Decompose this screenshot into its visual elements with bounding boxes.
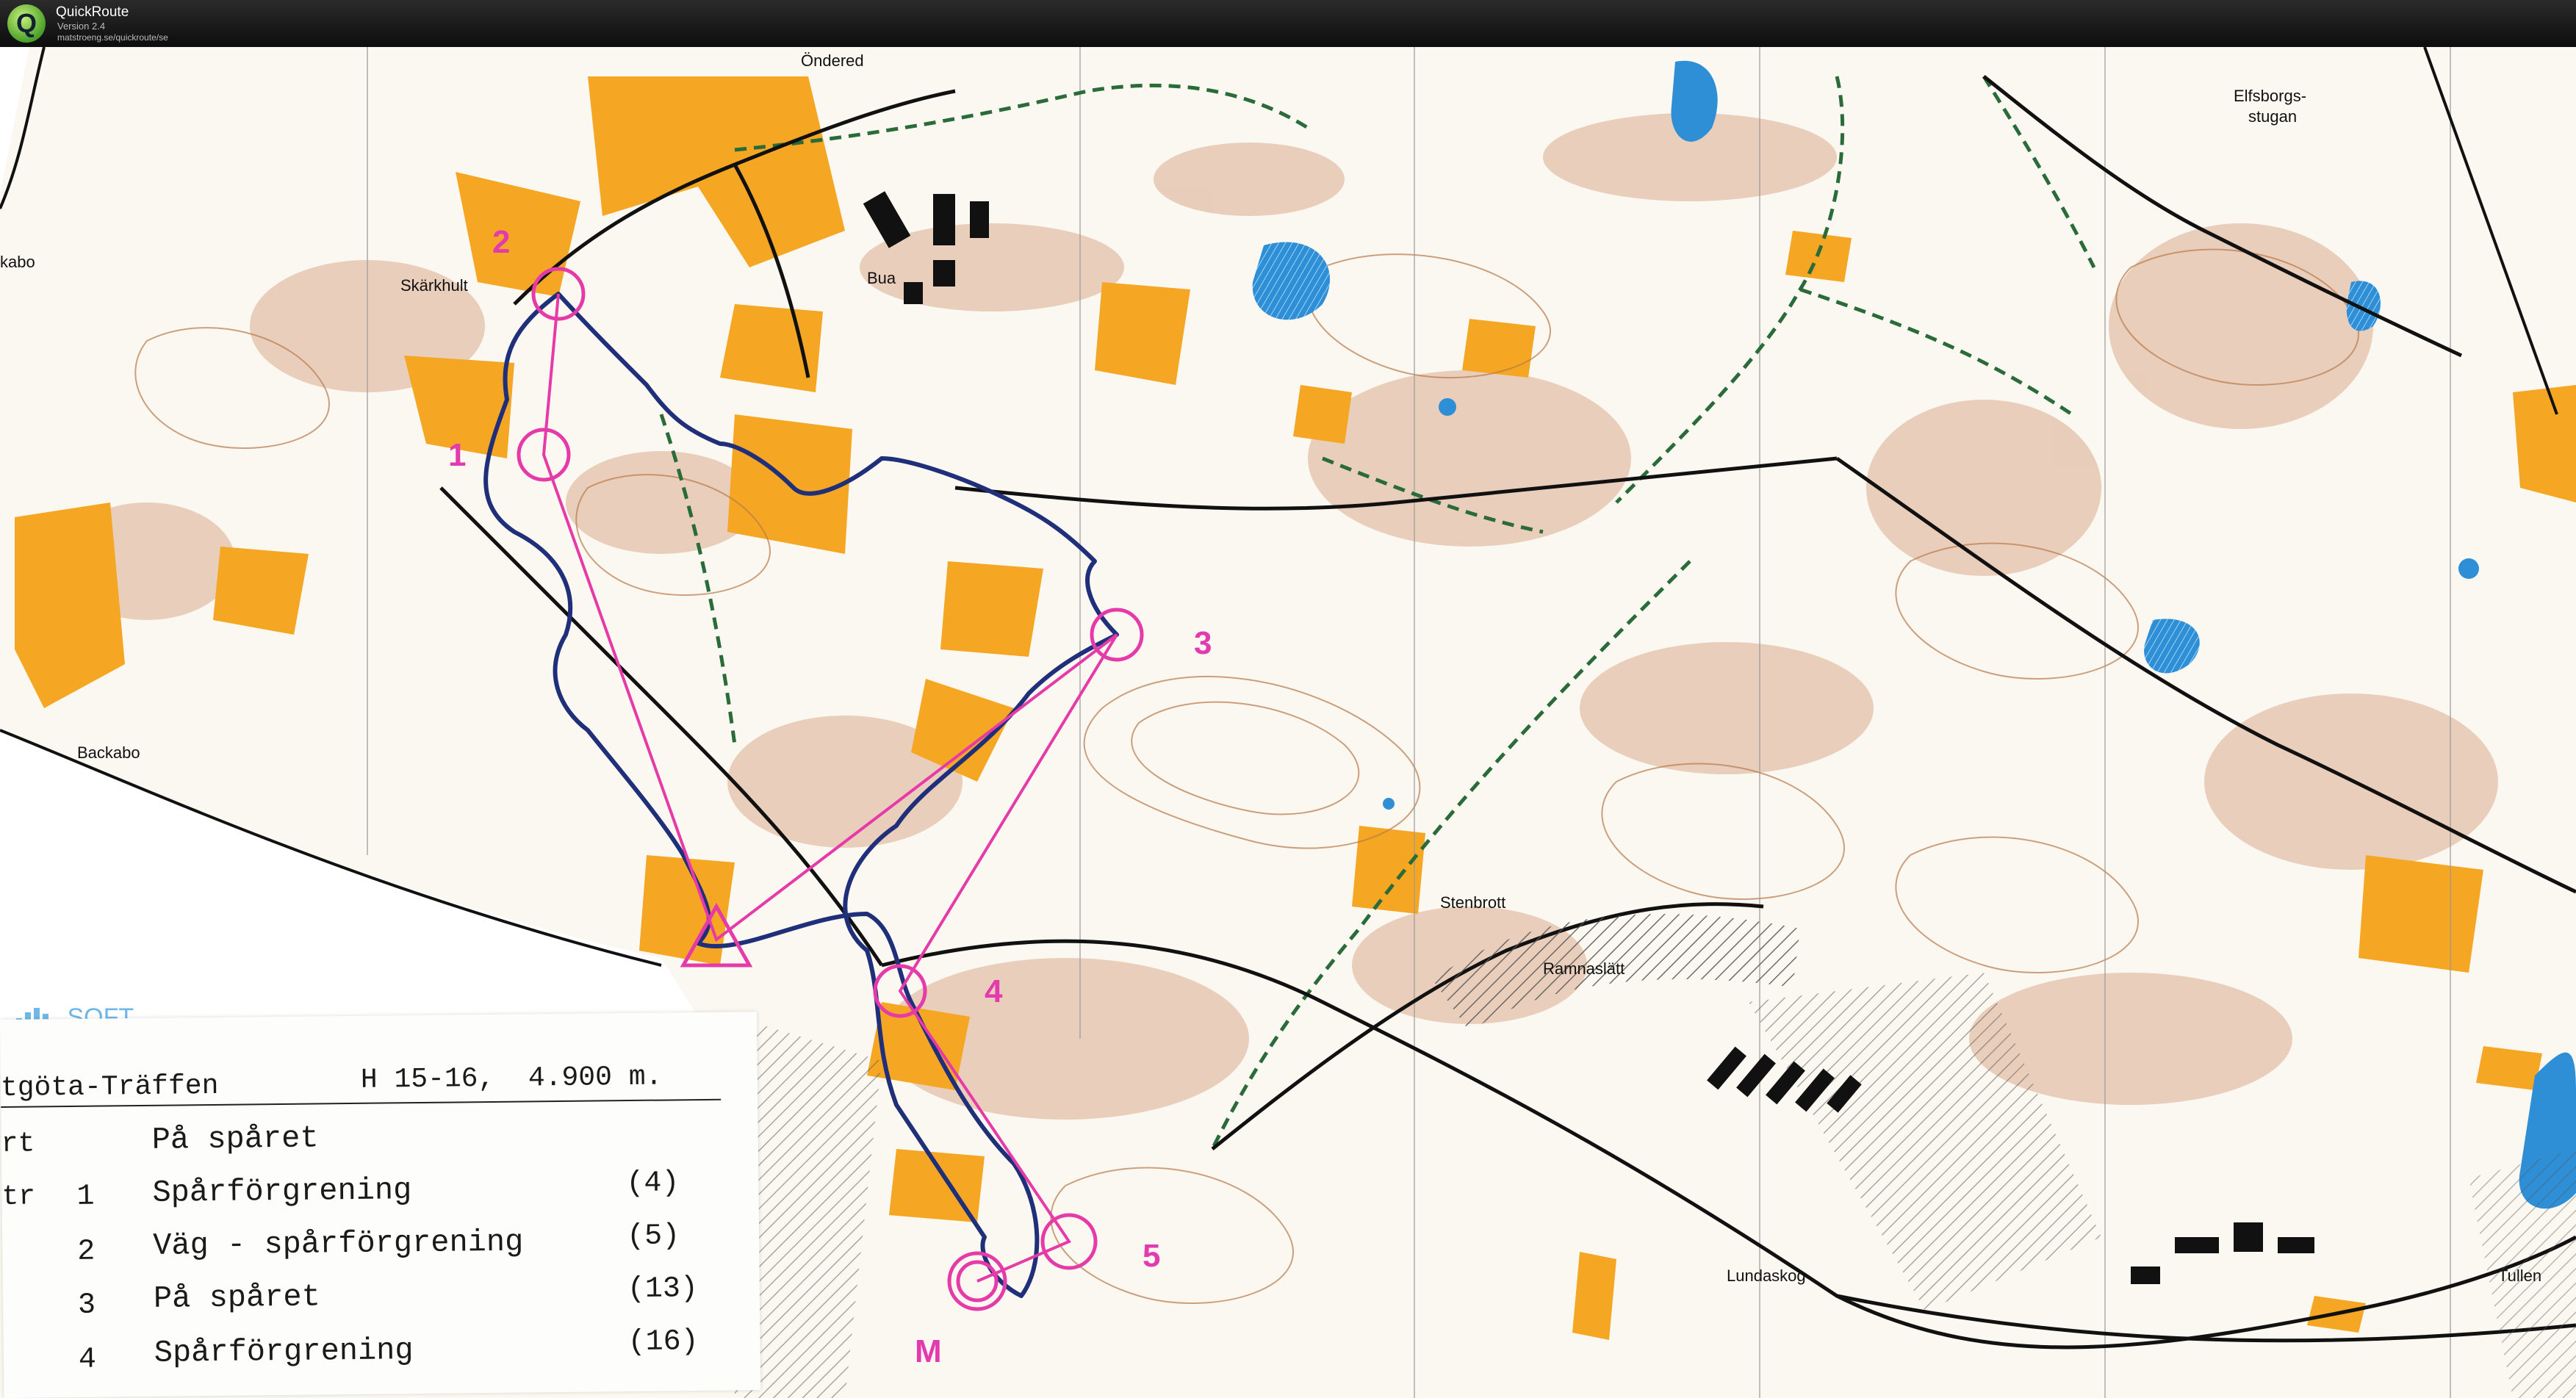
- row-num: 4: [78, 1343, 97, 1377]
- row-code: tr: [1, 1181, 36, 1213]
- app-url: matstroeng.se/quickroute/se: [57, 32, 168, 43]
- row-desc: Spårförgrening: [154, 1333, 414, 1371]
- app-title: QuickRoute: [56, 4, 129, 20]
- control-number-1: 1: [448, 437, 466, 473]
- row-code-no: (16): [627, 1325, 699, 1360]
- finish-label: M: [915, 1333, 942, 1369]
- app-version: Version 2.4: [57, 21, 106, 32]
- place-ramnaslatt: Ramnaslätt: [1543, 959, 1625, 978]
- control-number-3: 3: [1194, 625, 1212, 661]
- row-desc: Väg - spårförgrening: [152, 1224, 524, 1264]
- place-bua: Bua: [867, 269, 896, 287]
- place-elfsborgs: Elfsborgs-: [2234, 87, 2306, 105]
- row-code-no: (4): [626, 1167, 680, 1201]
- control-number-4: 4: [985, 973, 1003, 1009]
- row-desc: Spårförgrening: [152, 1172, 412, 1211]
- quickroute-logo-icon: Q: [7, 4, 46, 43]
- control-number-2: 2: [492, 224, 510, 260]
- place-kabo: kabo: [0, 253, 35, 271]
- control-number-5: 5: [1143, 1238, 1160, 1274]
- row-desc: På spåret: [151, 1120, 319, 1158]
- place-skarkhult: Skärkhult: [400, 276, 468, 295]
- row-num: 2: [77, 1235, 96, 1269]
- place-backabo: Backabo: [77, 743, 140, 762]
- control-description-card: tgöta-Träffen H 15-16, 4.900 m. rt På sp…: [0, 1012, 761, 1398]
- row-num: 1: [76, 1180, 95, 1214]
- row-code-no: (5): [626, 1219, 680, 1254]
- row-code: rt: [1, 1128, 35, 1160]
- place-ondered: Öndered: [801, 51, 864, 70]
- row-num: 3: [77, 1289, 96, 1322]
- place-tullen: Tullen: [2498, 1267, 2541, 1285]
- row-desc: På spåret: [153, 1279, 321, 1316]
- place-stugan: stugan: [2248, 107, 2297, 126]
- event-name: tgöta-Träffen: [0, 1070, 219, 1104]
- place-lundaskog: Lundaskog: [1727, 1267, 1806, 1285]
- place-stenbrott: Stenbrott: [1440, 893, 1505, 912]
- class-length: H 15-16, 4.900 m.: [360, 1061, 663, 1096]
- row-code-no: (13): [627, 1272, 699, 1307]
- title-bar: Q QuickRoute Version 2.4 matstroeng.se/q…: [0, 0, 2576, 47]
